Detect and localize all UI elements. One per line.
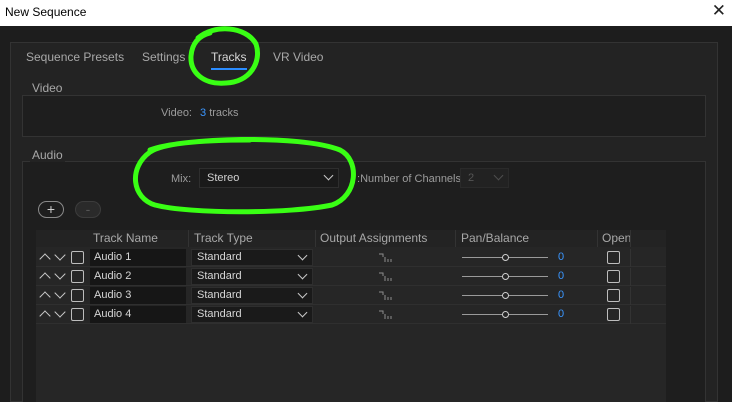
column-divider: [597, 230, 598, 247]
chevron-down-icon: [493, 170, 504, 181]
video-track-unit: tracks: [209, 107, 239, 119]
output-routing-icon[interactable]: [378, 309, 392, 321]
track-select-checkbox[interactable]: [71, 308, 84, 321]
track-type-value: Standard: [197, 251, 242, 263]
tab-tracks-label: Tracks: [211, 50, 247, 64]
audio-section-title: Audio: [30, 148, 65, 162]
column-divider: [315, 230, 316, 247]
pan-slider-knob[interactable]: [502, 311, 509, 318]
chevron-down-icon: [297, 250, 308, 261]
move-up-icon[interactable]: [39, 310, 51, 322]
track-name-field[interactable]: Audio 4: [90, 306, 186, 323]
track-type-dropdown[interactable]: Standard: [191, 268, 313, 285]
mix-value: Stereo: [207, 172, 240, 184]
add-track-button[interactable]: +: [38, 201, 64, 218]
header-track-type: Track Type: [194, 231, 253, 245]
pan-value[interactable]: 0: [558, 251, 564, 263]
column-divider: [455, 230, 456, 247]
pan-value[interactable]: 0: [558, 289, 564, 301]
track-name-field[interactable]: Audio 2: [90, 268, 186, 285]
video-tracks-label: Video:: [161, 107, 192, 119]
header-track-name: Track Name: [93, 231, 158, 245]
open-checkbox[interactable]: [607, 270, 620, 283]
video-section-title: Video: [30, 81, 65, 95]
track-row: Audio 4 Standard 0: [36, 306, 666, 324]
chevron-down-icon: [297, 288, 308, 299]
tab-tracks[interactable]: Tracks: [211, 50, 247, 70]
move-down-icon[interactable]: [54, 306, 66, 318]
audio-tracks-table: Track Name Track Type Output Assignments…: [36, 230, 666, 402]
channels-label: Number of Channels:: [357, 173, 461, 185]
column-divider: [188, 230, 189, 247]
move-up-icon[interactable]: [39, 253, 51, 265]
pan-slider-knob[interactable]: [502, 254, 509, 261]
track-row: Audio 1 Standard 0: [36, 249, 666, 267]
close-icon[interactable]: ✕: [712, 1, 726, 21]
output-routing-icon[interactable]: [378, 290, 392, 302]
track-name-field[interactable]: Audio 1: [90, 249, 186, 266]
track-select-checkbox[interactable]: [71, 289, 84, 302]
table-header: Track Name Track Type Output Assignments…: [36, 230, 666, 247]
video-section: Video: 3 tracks: [22, 95, 706, 137]
video-tracks-value: 3 tracks: [200, 107, 239, 119]
pan-slider-knob[interactable]: [502, 292, 509, 299]
move-down-icon[interactable]: [54, 268, 66, 280]
pan-value[interactable]: 0: [558, 308, 564, 320]
channels-value: 2: [468, 172, 475, 184]
channels-dropdown: 2: [460, 168, 509, 188]
header-pan-balance: Pan/Balance: [461, 231, 530, 245]
header-open: Open: [602, 231, 632, 245]
pan-slider[interactable]: [462, 292, 548, 299]
open-checkbox[interactable]: [607, 308, 620, 321]
tab-sequence-presets[interactable]: Sequence Presets: [26, 50, 124, 64]
track-type-value: Standard: [197, 270, 242, 282]
track-type-value: Standard: [197, 289, 242, 301]
tab-vr-video[interactable]: VR Video: [273, 50, 323, 64]
move-up-icon[interactable]: [39, 291, 51, 303]
output-routing-icon[interactable]: [378, 271, 392, 283]
chevron-down-icon: [297, 307, 308, 318]
track-type-dropdown[interactable]: Standard: [191, 249, 313, 266]
title-bar: New Sequence ✕: [0, 0, 732, 26]
window-title: New Sequence: [5, 5, 87, 19]
empty-cell: [630, 249, 656, 267]
track-name-field[interactable]: Audio 3: [90, 287, 186, 304]
pan-slider[interactable]: [462, 273, 548, 280]
pan-slider-knob[interactable]: [502, 273, 509, 280]
remove-track-button: -: [75, 201, 101, 218]
open-checkbox[interactable]: [607, 251, 620, 264]
chevron-down-icon: [323, 170, 334, 181]
move-up-icon[interactable]: [39, 272, 51, 284]
track-type-dropdown[interactable]: Standard: [191, 306, 313, 323]
column-divider: [630, 230, 631, 247]
track-select-checkbox[interactable]: [71, 251, 84, 264]
track-row: Audio 2 Standard 0: [36, 268, 666, 286]
move-down-icon[interactable]: [54, 249, 66, 261]
pan-value[interactable]: 0: [558, 270, 564, 282]
header-output-assignments: Output Assignments: [320, 231, 428, 245]
track-type-dropdown[interactable]: Standard: [191, 287, 313, 304]
active-tab-indicator: [211, 68, 247, 70]
pan-slider[interactable]: [462, 311, 548, 318]
open-checkbox[interactable]: [607, 289, 620, 302]
video-track-count[interactable]: 3: [200, 107, 206, 119]
track-select-checkbox[interactable]: [71, 270, 84, 283]
move-down-icon[interactable]: [54, 287, 66, 299]
mix-dropdown[interactable]: Stereo: [199, 168, 339, 188]
pan-slider[interactable]: [462, 254, 548, 261]
chevron-down-icon: [297, 269, 308, 280]
empty-cell: [630, 268, 656, 286]
empty-cell: [630, 287, 656, 305]
output-routing-icon[interactable]: [378, 252, 392, 264]
track-type-value: Standard: [197, 308, 242, 320]
tab-settings[interactable]: Settings: [142, 50, 185, 64]
empty-cell: [630, 306, 656, 324]
mix-label: Mix:: [171, 173, 192, 185]
track-row: Audio 3 Standard 0: [36, 287, 666, 305]
